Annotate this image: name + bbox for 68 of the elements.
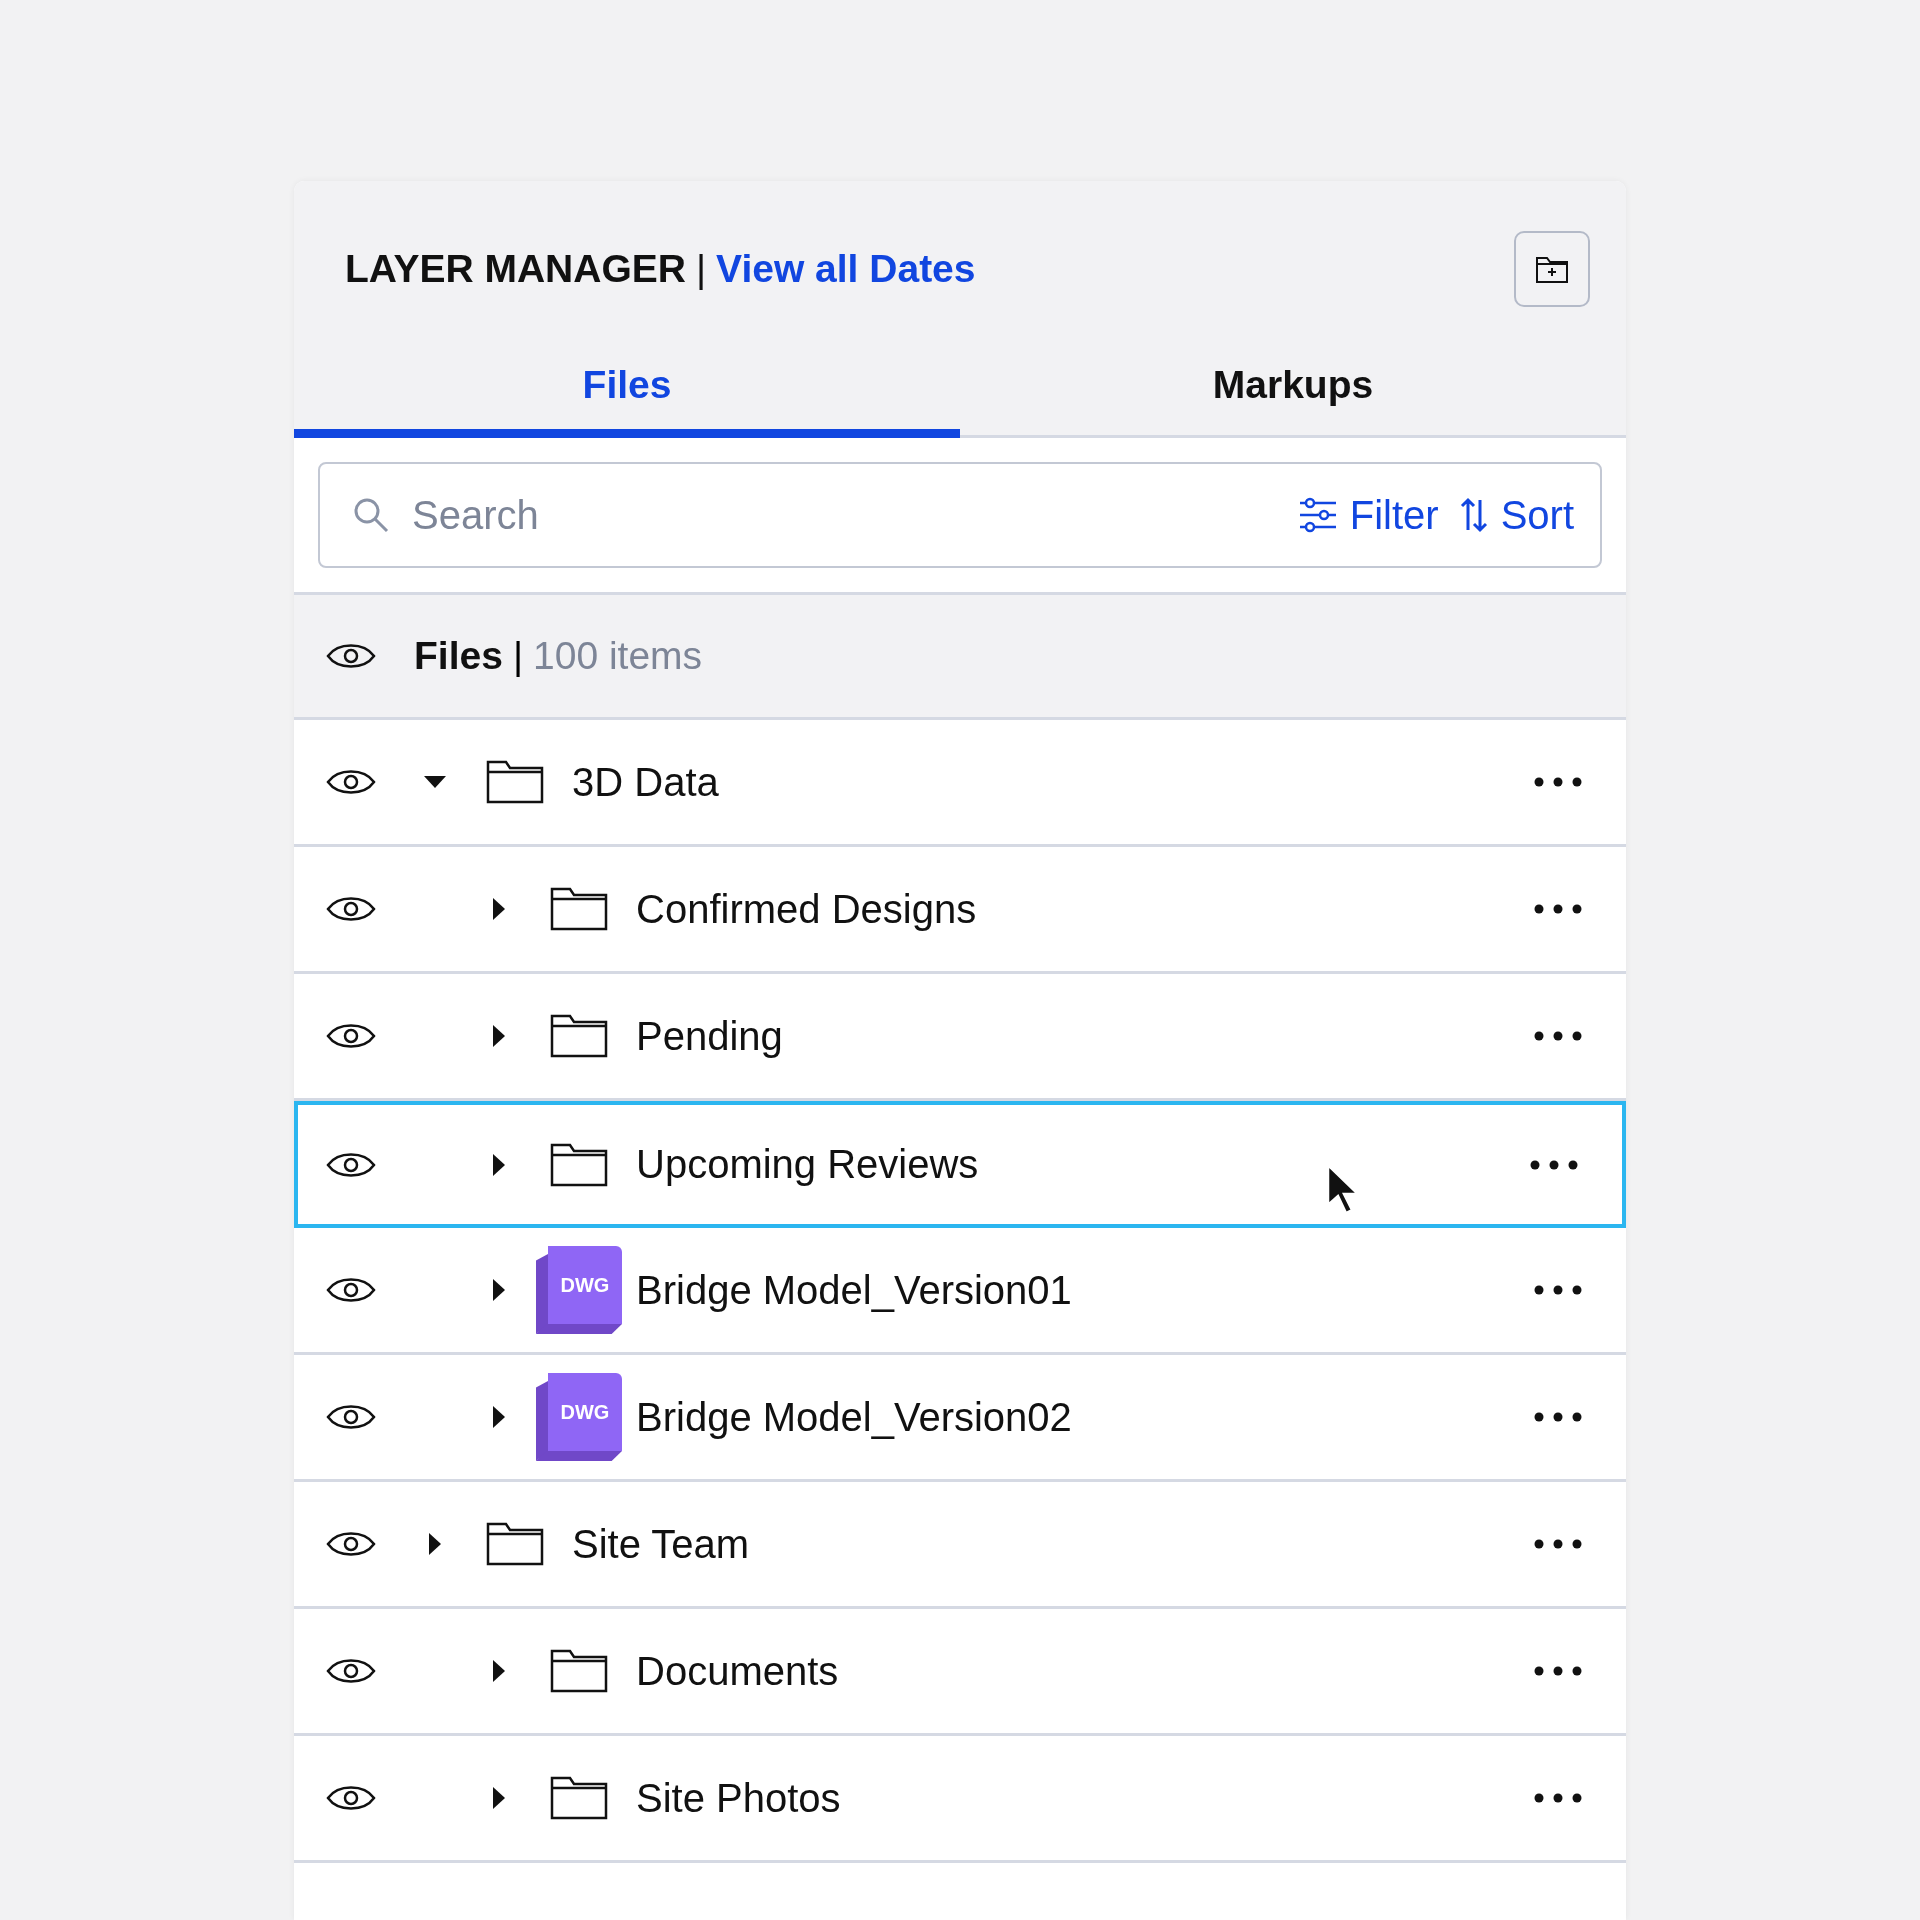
caret-right-icon[interactable]: [493, 1025, 505, 1047]
search-icon: [352, 496, 390, 534]
tree-row[interactable]: Site Team: [294, 1482, 1626, 1609]
more-options-icon[interactable]: [1530, 1159, 1578, 1170]
tree-row[interactable]: DWG Bridge Model_Version01: [294, 1228, 1626, 1355]
folder-icon: [550, 1142, 608, 1187]
more-options-icon[interactable]: [1534, 777, 1582, 787]
separator: |: [695, 247, 707, 291]
folder-icon: [550, 1649, 608, 1693]
eye-icon[interactable]: [326, 1529, 376, 1559]
eye-icon[interactable]: [326, 1402, 376, 1432]
sliders-icon: [1297, 497, 1338, 533]
more-options-icon[interactable]: [1534, 1666, 1582, 1676]
tab[interactable]: Files: [294, 337, 960, 438]
caret-right-icon[interactable]: [493, 1153, 505, 1176]
more-options-icon[interactable]: [1534, 1412, 1582, 1422]
caret-right-icon[interactable]: [429, 1533, 441, 1555]
more-options-icon[interactable]: [1534, 1031, 1582, 1041]
more-options-icon[interactable]: [1534, 904, 1582, 914]
tab[interactable]: Markups: [960, 337, 1626, 438]
filter-button[interactable]: Filter: [1297, 492, 1439, 538]
folder-icon: [486, 760, 544, 804]
item-name: Documents: [636, 1648, 839, 1694]
tree-row[interactable]: Site Photos: [294, 1736, 1626, 1863]
caret-right-icon[interactable]: [493, 1279, 505, 1301]
folder-icon: [486, 1522, 544, 1566]
caret-right-icon[interactable]: [493, 898, 505, 920]
tree-row[interactable]: Confirmed Designs: [294, 847, 1626, 974]
eye-icon[interactable]: [326, 894, 376, 924]
eye-icon[interactable]: [326, 641, 376, 671]
eye-icon[interactable]: [326, 767, 376, 797]
folder-icon: [550, 1776, 608, 1820]
caret-right-icon[interactable]: [493, 1787, 505, 1809]
tree-row[interactable]: DWG Bridge Model_Version02: [294, 1355, 1626, 1482]
more-options-icon[interactable]: [1534, 1539, 1582, 1549]
eye-icon[interactable]: [326, 1783, 376, 1813]
item-name: Site Team: [572, 1521, 750, 1567]
eye-icon[interactable]: [326, 1656, 376, 1686]
more-options-icon[interactable]: [1534, 1285, 1582, 1295]
item-name: Upcoming Reviews: [636, 1142, 979, 1187]
tree-row[interactable]: 3D Data: [294, 720, 1626, 847]
section-title: Files: [414, 634, 503, 678]
caret-down-icon[interactable]: [424, 776, 446, 788]
new-folder-button[interactable]: [1514, 231, 1590, 307]
item-name: 3D Data: [572, 759, 719, 805]
folder-icon: [550, 1014, 608, 1058]
tree-row[interactable]: Upcoming Reviews: [294, 1101, 1626, 1228]
search-field[interactable]: Search Filter Sort: [318, 462, 1602, 568]
view-all-dates-link[interactable]: View all Dates: [716, 247, 976, 291]
up-down-arrows-icon: [1458, 496, 1489, 534]
eye-icon[interactable]: [326, 1275, 376, 1305]
item-name: Site Photos: [636, 1775, 841, 1821]
tree-row[interactable]: Documents: [294, 1609, 1626, 1736]
folder-icon: [550, 887, 608, 931]
caret-right-icon[interactable]: [493, 1406, 505, 1428]
eye-icon[interactable]: [326, 1021, 376, 1051]
item-name: Bridge Model_Version01: [636, 1267, 1072, 1313]
item-count: 100 items: [533, 634, 703, 678]
item-name: Confirmed Designs: [636, 886, 977, 932]
more-options-icon[interactable]: [1534, 1793, 1582, 1803]
caret-right-icon[interactable]: [493, 1660, 505, 1682]
separator: |: [512, 634, 523, 678]
tree-row[interactable]: Pending: [294, 974, 1626, 1101]
item-name: Pending: [636, 1013, 783, 1059]
item-name: Bridge Model_Version02: [636, 1394, 1072, 1440]
panel-title: LAYER MANAGER: [345, 247, 686, 291]
sort-button[interactable]: Sort: [1458, 492, 1574, 538]
folder-plus-icon: [1535, 254, 1569, 284]
